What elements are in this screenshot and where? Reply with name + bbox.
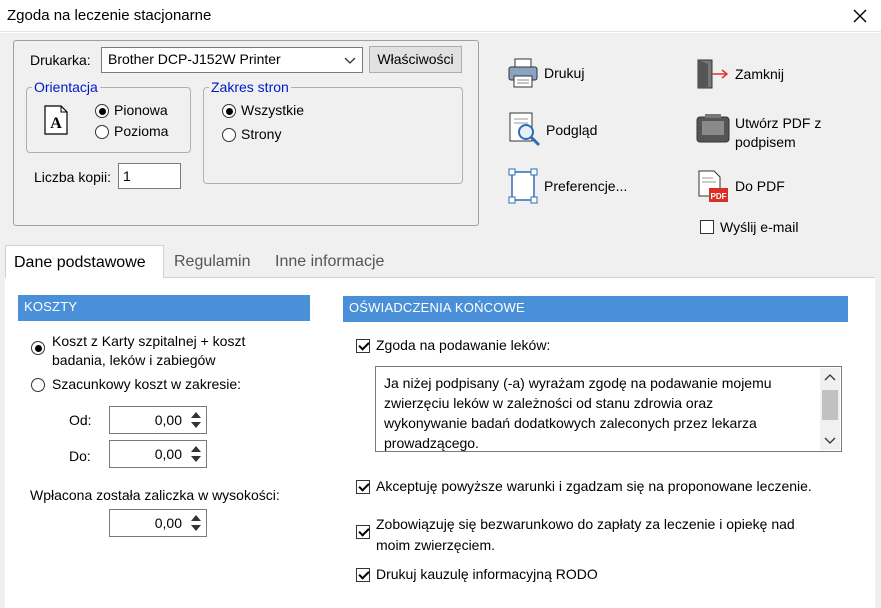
pdf-icon[interactable]: PDF	[697, 170, 729, 204]
spin-down-icon[interactable]	[191, 525, 201, 531]
hospital-card-cost-label: Koszt z Karty szpitalnej + koszt badania…	[52, 332, 245, 370]
from-amount-spinner[interactable]: 0,00	[109, 406, 207, 434]
signature-tablet-icon[interactable]	[696, 114, 730, 144]
page-range-title: Zakres stron	[209, 79, 291, 95]
estimated-cost-radio[interactable]	[31, 378, 45, 392]
preferences-button[interactable]: Preferencje...	[544, 178, 627, 194]
window-title: Zgoda na leczenie stacjonarne	[7, 7, 212, 24]
create-signed-pdf-button[interactable]: Utwórz PDF z podpisem	[735, 114, 821, 152]
properties-button[interactable]: Właściwości	[369, 46, 462, 73]
accept-terms-checkbox[interactable]	[356, 480, 370, 494]
payment-commitment-label: Zobowiązuję się bezwarunkowo do zapłaty …	[376, 514, 795, 556]
costs-header: KOSZTY	[18, 295, 310, 321]
svg-text:A: A	[50, 115, 62, 132]
spin-down-icon[interactable]	[191, 422, 201, 428]
preview-icon[interactable]	[508, 112, 542, 148]
hospital-card-cost-line2: badania, leków i zabiegów	[52, 352, 216, 368]
consent-text-line3: wykonywanie badań dodatkowych zaleconych…	[384, 415, 757, 431]
estimated-cost-label: Szacunkowy koszt w zakresie:	[52, 376, 242, 392]
spin-up-icon[interactable]	[191, 515, 201, 521]
final-statements-header: OŚWIADCZENIA KOŃCOWE	[343, 296, 848, 322]
medication-consent-checkbox[interactable]	[356, 339, 370, 353]
preview-button[interactable]: Podgląd	[546, 122, 597, 138]
print-button[interactable]: Drukuj	[544, 65, 584, 81]
spin-buttons[interactable]	[189, 511, 205, 535]
to-amount-spinner[interactable]: 0,00	[109, 440, 207, 468]
hospital-card-cost-line1: Koszt z Karty szpitalnej + koszt	[52, 333, 246, 349]
print-rodo-checkbox[interactable]	[356, 568, 370, 582]
spin-buttons[interactable]	[189, 442, 205, 466]
spin-up-icon[interactable]	[191, 412, 201, 418]
portrait-label: Pionowa	[114, 102, 168, 118]
page-range-label: Strony	[241, 126, 282, 142]
printer-label: Drukarka:	[30, 52, 91, 68]
medication-consent-label: Zgoda na podawanie leków:	[376, 337, 551, 353]
copies-label: Liczba kopii:	[34, 169, 112, 185]
copies-input[interactable]: 1	[118, 163, 181, 189]
spin-buttons[interactable]	[189, 408, 205, 432]
consent-text-line2: zwierzęciu leków w zależności od stanu z…	[384, 395, 714, 411]
chevron-down-icon	[344, 51, 356, 72]
all-pages-label: Wszystkie	[241, 102, 304, 118]
tab-basic-data[interactable]: Dane podstawowe	[5, 245, 164, 278]
consent-text: Ja niżej podpisany (-a) wyrażam zgodę na…	[384, 373, 814, 453]
deposit-amount-value: 0,00	[154, 515, 182, 531]
create-signed-pdf-line2: podpisem	[735, 134, 796, 150]
from-label: Od:	[69, 412, 92, 428]
accept-terms-label: Akceptuję powyższe warunki i zgadzam się…	[376, 478, 812, 494]
scroll-up-icon[interactable]	[820, 368, 840, 386]
landscape-label: Pozioma	[114, 123, 169, 139]
printer-icon[interactable]	[506, 56, 540, 90]
close-icon	[853, 9, 867, 23]
consent-scroll-thumb[interactable]	[822, 390, 838, 420]
payment-commitment-line1: Zobowiązuję się bezwarunkowo do zapłaty …	[376, 516, 795, 532]
spin-up-icon[interactable]	[191, 446, 201, 452]
payment-commitment-checkbox[interactable]	[356, 525, 370, 539]
exit-icon[interactable]	[696, 58, 730, 90]
all-pages-radio[interactable]	[222, 104, 236, 118]
deposit-label: Wpłacona została zaliczka w wysokości:	[30, 487, 280, 503]
scroll-down-icon[interactable]	[820, 432, 840, 450]
send-email-label: Wyślij e-mail	[720, 219, 799, 235]
consent-text-line1: Ja niżej podpisany (-a) wyrażam zgodę na…	[384, 375, 772, 391]
spin-down-icon[interactable]	[191, 456, 201, 462]
close-window-button[interactable]	[846, 2, 874, 30]
print-rodo-label: Drukuj kauzulę informacyjną RODO	[376, 566, 598, 582]
orientation-title: Orientacja	[32, 79, 100, 95]
printer-select[interactable]: Brother DCP-J152W Printer	[101, 47, 363, 73]
preferences-icon[interactable]	[507, 168, 539, 204]
deposit-amount-spinner[interactable]: 0,00	[109, 509, 207, 537]
close-button[interactable]: Zamknij	[735, 66, 784, 82]
printer-value: Brother DCP-J152W Printer	[108, 51, 281, 67]
create-signed-pdf-line1: Utwórz PDF z	[735, 115, 822, 131]
page-range-radio[interactable]	[222, 128, 236, 142]
from-amount-value: 0,00	[154, 412, 182, 428]
hospital-card-cost-radio[interactable]	[31, 341, 45, 355]
landscape-radio[interactable]	[95, 125, 109, 139]
consent-text-line4: prowadzącego.	[384, 435, 479, 451]
tab-terms[interactable]: Regulamin	[174, 253, 250, 271]
send-email-checkbox[interactable]	[700, 220, 714, 234]
portrait-radio[interactable]	[95, 104, 109, 118]
svg-text:PDF: PDF	[711, 192, 727, 201]
to-pdf-button[interactable]: Do PDF	[735, 178, 785, 194]
to-label: Do:	[69, 448, 91, 464]
tab-other-info[interactable]: Inne informacje	[275, 253, 384, 271]
consent-textarea[interactable]: Ja niżej podpisany (-a) wyrażam zgodę na…	[375, 366, 842, 452]
payment-commitment-line2: moim zwierzęciem.	[376, 537, 496, 553]
to-amount-value: 0,00	[154, 446, 182, 462]
portrait-page-icon: A	[43, 105, 69, 138]
